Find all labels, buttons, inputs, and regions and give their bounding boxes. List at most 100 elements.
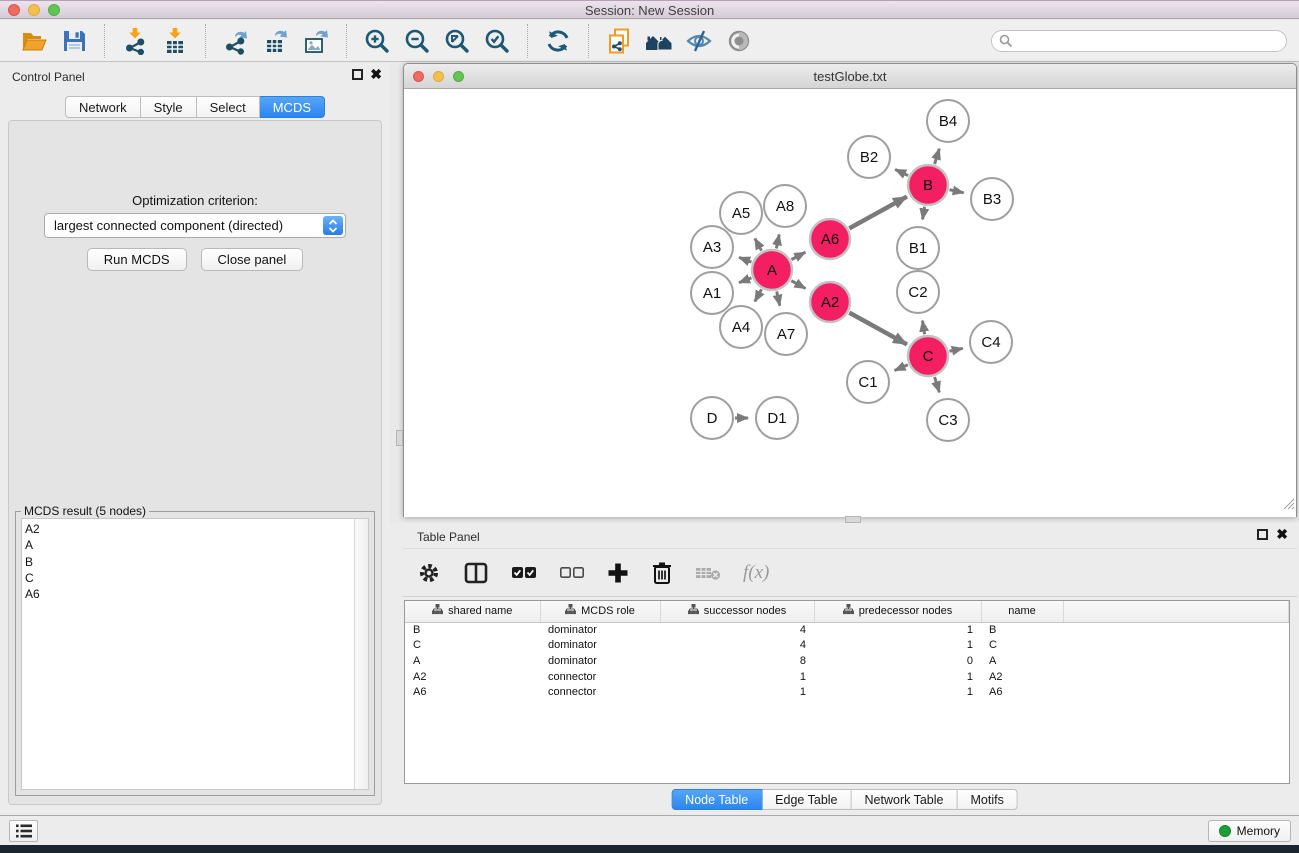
graph-node-D1[interactable]: D1 bbox=[756, 397, 798, 439]
graph-node-A8[interactable]: A8 bbox=[764, 185, 806, 227]
tab-network[interactable]: Network bbox=[65, 96, 141, 118]
table-tab-node-table[interactable]: Node Table bbox=[671, 789, 762, 810]
table-settings-icon[interactable] bbox=[417, 561, 441, 585]
result-item[interactable]: A6 bbox=[25, 587, 354, 603]
splitter-handle-left[interactable] bbox=[396, 430, 403, 446]
tab-mcds[interactable]: MCDS bbox=[260, 96, 325, 118]
graph-edge-A-A2[interactable] bbox=[791, 281, 805, 289]
graph-node-A3[interactable]: A3 bbox=[691, 226, 733, 268]
run-mcds-button[interactable]: Run MCDS bbox=[87, 248, 187, 271]
close-table-panel-icon[interactable]: ✖ bbox=[1276, 527, 1288, 541]
home-layout-icon[interactable] bbox=[644, 26, 674, 56]
graph-node-A[interactable]: A bbox=[752, 250, 792, 290]
node-table[interactable]: shared nameMCDS rolesuccessor nodesprede… bbox=[404, 600, 1290, 784]
memory-button[interactable]: Memory bbox=[1208, 820, 1291, 842]
show-graphics-details-icon[interactable] bbox=[724, 26, 754, 56]
delete-column-icon[interactable] bbox=[651, 561, 673, 585]
graph-edge-A-A7[interactable] bbox=[777, 291, 780, 305]
zoom-selected-icon[interactable] bbox=[482, 26, 512, 56]
graph-edge-B-B1[interactable] bbox=[923, 207, 925, 220]
duplicate-network-view-icon[interactable] bbox=[604, 26, 634, 56]
graph-node-A2[interactable]: A2 bbox=[810, 282, 850, 322]
window-resize-grip[interactable] bbox=[1282, 497, 1295, 515]
tab-style[interactable]: Style bbox=[141, 96, 197, 118]
zoom-out-icon[interactable] bbox=[402, 26, 432, 56]
graph-node-C1[interactable]: C1 bbox=[847, 361, 889, 403]
tab-select[interactable]: Select bbox=[197, 96, 260, 118]
graph-edge-A-A3[interactable] bbox=[739, 257, 751, 262]
graph-node-A1[interactable]: A1 bbox=[691, 272, 733, 314]
graph-node-B2[interactable]: B2 bbox=[848, 136, 890, 178]
graph-edge-B-B4[interactable] bbox=[935, 149, 940, 164]
column-header-MCDS-role[interactable]: MCDS role bbox=[540, 601, 660, 622]
float-panel-icon[interactable] bbox=[352, 69, 363, 80]
close-panel-icon[interactable]: ✖ bbox=[370, 67, 382, 81]
graph-node-A7[interactable]: A7 bbox=[765, 313, 807, 355]
graph-edge-C-C3[interactable] bbox=[935, 377, 940, 392]
network-window-titlebar[interactable]: testGlobe.txt bbox=[404, 64, 1296, 89]
select-all-columns-icon[interactable] bbox=[511, 565, 537, 581]
graph-edge-A-A8[interactable] bbox=[776, 234, 779, 248]
graph-node-A5[interactable]: A5 bbox=[720, 192, 762, 234]
zoom-fit-icon[interactable] bbox=[442, 26, 472, 56]
table-row[interactable]: Adominator80A bbox=[405, 653, 1289, 669]
add-column-icon[interactable] bbox=[607, 562, 629, 584]
graph-edge-A-A4[interactable] bbox=[755, 289, 762, 301]
graph-edge-A-A1[interactable] bbox=[739, 278, 751, 283]
table-row[interactable]: Bdominator41B bbox=[405, 622, 1289, 638]
zoom-in-icon[interactable] bbox=[362, 26, 392, 56]
table-row[interactable]: A6connector11A6 bbox=[405, 684, 1289, 700]
graph-edge-A-A6[interactable] bbox=[791, 252, 805, 259]
export-network-icon[interactable] bbox=[221, 26, 251, 56]
network-canvas[interactable]: A A1 A2 A3 A4 A5 A6 A7 A8 B B1 B2 B3B4 C C1 C2 C3C4 D D1 bbox=[404, 89, 1296, 517]
graph-edge-B-B2[interactable] bbox=[895, 169, 908, 175]
search-input[interactable] bbox=[991, 30, 1287, 52]
column-header-predecessor-nodes[interactable]: predecessor nodes bbox=[814, 601, 981, 622]
graph-node-B4[interactable]: B4 bbox=[927, 100, 969, 142]
graph-edge-C-C1[interactable] bbox=[895, 365, 908, 371]
graph-edge-A-A5[interactable] bbox=[755, 238, 762, 250]
open-session-icon[interactable] bbox=[19, 26, 49, 56]
graph-edge-B-B3[interactable] bbox=[949, 190, 963, 193]
graph-node-C3[interactable]: C3 bbox=[927, 399, 969, 441]
result-scrollbar[interactable] bbox=[354, 518, 369, 790]
criterion-dropdown[interactable]: largest connected component (directed) bbox=[44, 213, 346, 238]
graph-node-B3[interactable]: B3 bbox=[971, 178, 1013, 220]
graph-node-B1[interactable]: B1 bbox=[897, 227, 939, 269]
graph-edge-A2-C[interactable] bbox=[849, 313, 907, 345]
column-header-name[interactable]: name bbox=[981, 601, 1063, 622]
result-item[interactable]: A bbox=[25, 538, 354, 554]
graph-node-C[interactable]: C bbox=[908, 336, 948, 376]
result-item[interactable]: C bbox=[25, 571, 354, 587]
graph-edge-A6-B[interactable] bbox=[849, 197, 907, 229]
save-session-icon[interactable] bbox=[59, 26, 89, 56]
graph-edge-C-C2[interactable] bbox=[922, 321, 924, 335]
table-tab-motifs[interactable]: Motifs bbox=[957, 789, 1017, 810]
graph-edge-C-C4[interactable] bbox=[949, 348, 962, 351]
refresh-view-icon[interactable] bbox=[543, 26, 573, 56]
result-item[interactable]: A2 bbox=[25, 522, 354, 538]
import-network-icon[interactable] bbox=[120, 26, 150, 56]
hide-graphics-details-icon[interactable] bbox=[684, 26, 714, 56]
deselect-all-columns-icon[interactable] bbox=[559, 565, 585, 581]
close-panel-button[interactable]: Close panel bbox=[201, 248, 304, 271]
task-history-button[interactable] bbox=[9, 820, 38, 842]
graph-node-A6[interactable]: A6 bbox=[810, 219, 850, 259]
split-view-icon[interactable] bbox=[463, 560, 489, 586]
column-header-successor-nodes[interactable]: successor nodes bbox=[660, 601, 814, 622]
table-row[interactable]: Cdominator41C bbox=[405, 638, 1289, 654]
table-tab-network-table[interactable]: Network Table bbox=[852, 789, 958, 810]
column-header-shared-name[interactable]: shared name bbox=[405, 601, 540, 622]
table-row[interactable]: A2connector11A2 bbox=[405, 669, 1289, 685]
export-image-icon[interactable] bbox=[301, 26, 331, 56]
splitter-handle-bottom[interactable] bbox=[845, 516, 861, 523]
graph-node-D[interactable]: D bbox=[691, 397, 733, 439]
float-table-panel-icon[interactable] bbox=[1257, 529, 1268, 540]
graph-node-A4[interactable]: A4 bbox=[720, 306, 762, 348]
import-table-icon[interactable] bbox=[160, 26, 190, 56]
export-table-icon[interactable] bbox=[261, 26, 291, 56]
graph-node-B[interactable]: B bbox=[908, 165, 948, 205]
graph-node-C2[interactable]: C2 bbox=[897, 271, 939, 313]
graph-node-C4[interactable]: C4 bbox=[970, 321, 1012, 363]
result-item[interactable]: B bbox=[25, 555, 354, 571]
